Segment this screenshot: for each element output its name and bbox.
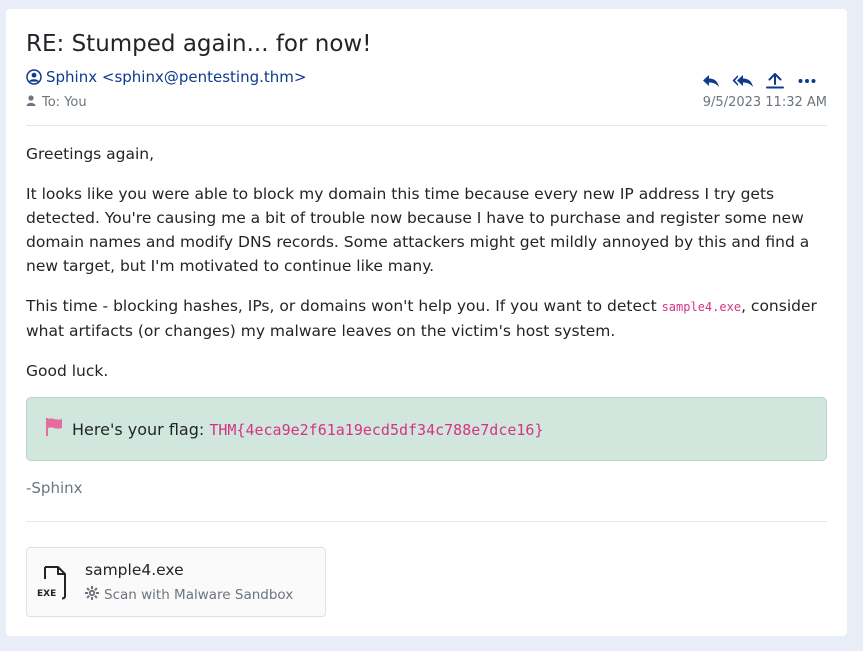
forward-icon xyxy=(766,73,784,89)
user-circle-icon xyxy=(26,69,42,85)
reply-all-button[interactable] xyxy=(731,71,755,91)
gear-icon xyxy=(85,586,99,604)
recipient-row: To: You xyxy=(26,95,87,110)
more-options-button[interactable] xyxy=(795,71,819,91)
recipient-label: To: You xyxy=(42,95,87,110)
file-type-label: EXE xyxy=(37,589,56,599)
flag-label: Here's your flag: THM{4eca9e2f61a19ecd5d… xyxy=(72,420,543,439)
sender-address[interactable]: Sphinx <sphinx@pentesting.thm> xyxy=(46,68,306,86)
attachment-filename: sample4.exe xyxy=(85,561,184,579)
email-actions xyxy=(699,71,819,91)
body-paragraph-1: It looks like you were able to block my … xyxy=(26,185,810,275)
flag-icon xyxy=(44,417,64,441)
email-body: Greetings again, It looks like you were … xyxy=(26,142,836,399)
greeting: Greetings again, xyxy=(26,145,155,163)
flag-alert: Here's your flag: THM{4eca9e2f61a19ecd5d… xyxy=(26,397,827,461)
flag-value[interactable]: THM{4eca9e2f61a19ecd5df34c788e7dce16} xyxy=(209,421,543,439)
sender-row: Sphinx <sphinx@pentesting.thm> xyxy=(26,67,306,87)
email-date: 9/5/2023 11:32 AM xyxy=(702,95,827,110)
attachment-card[interactable]: EXE sample4.exe Scan with Malware Sandbo… xyxy=(26,547,326,617)
reply-icon xyxy=(703,75,719,87)
reply-all-icon xyxy=(732,75,753,87)
exe-file-icon: EXE xyxy=(37,565,69,605)
body-paragraph-2: This time - blocking hashes, IPs, or dom… xyxy=(26,294,836,343)
scan-with-sandbox-link[interactable]: Scan with Malware Sandbox xyxy=(85,586,293,604)
inline-code-filename: sample4.exe xyxy=(661,300,742,314)
reply-button[interactable] xyxy=(699,71,723,91)
attachments-divider xyxy=(26,521,827,522)
email-subject: RE: Stumped again... for now! xyxy=(26,31,372,57)
header-divider xyxy=(26,125,827,126)
closing: Good luck. xyxy=(26,362,109,380)
person-icon xyxy=(26,95,36,110)
scan-label: Scan with Malware Sandbox xyxy=(104,587,294,603)
paragraph-2-text-start: This time - blocking hashes, IPs, or dom… xyxy=(26,297,662,315)
signoff: -Sphinx xyxy=(26,479,83,497)
flag-label-text: Here's your flag: xyxy=(72,419,210,439)
email-card: RE: Stumped again... for now! Sphinx <sp… xyxy=(6,9,847,636)
forward-button[interactable] xyxy=(763,71,787,91)
more-icon xyxy=(798,79,816,83)
